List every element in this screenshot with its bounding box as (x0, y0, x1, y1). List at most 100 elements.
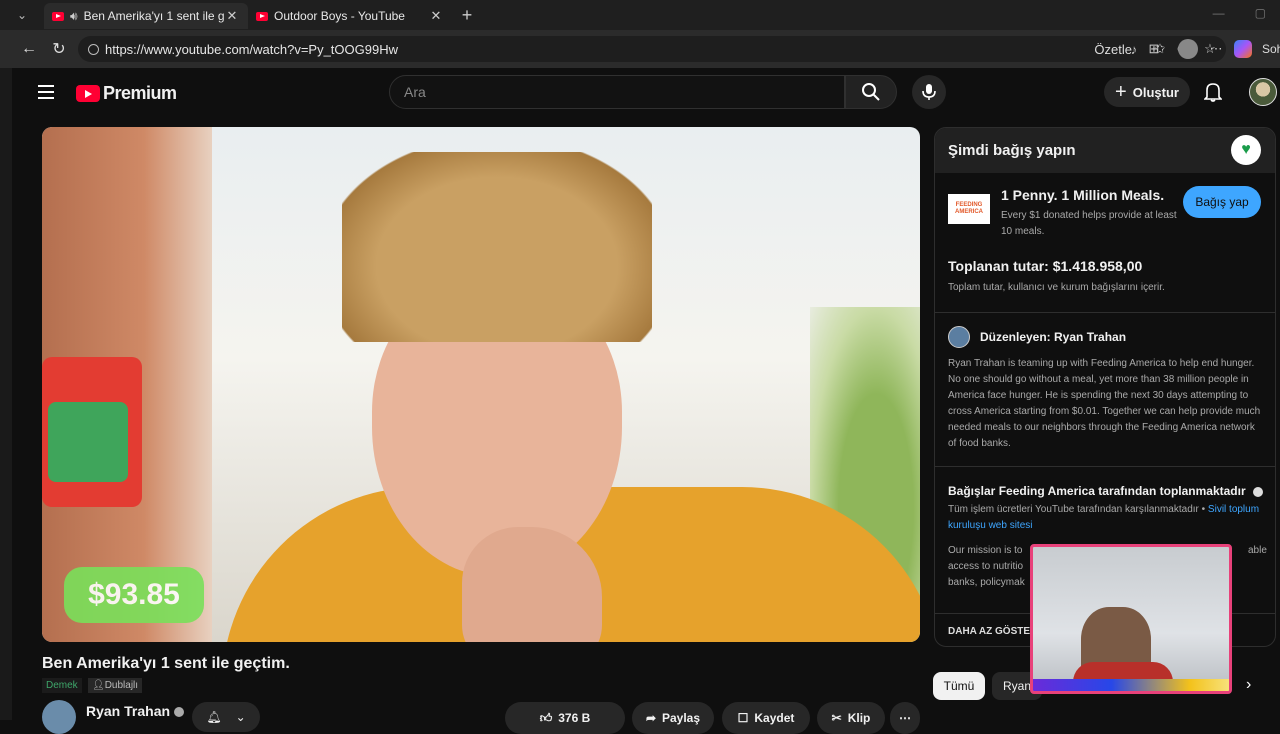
mission-line-1: Our mission is to (948, 545, 1023, 556)
hamburger-menu-icon[interactable] (38, 85, 54, 99)
extensions-icon[interactable]: ♪ (1126, 41, 1142, 57)
organizer-avatar (948, 326, 970, 348)
copilot-icon[interactable] (1234, 40, 1252, 58)
notifications-bell-icon[interactable] (1203, 82, 1223, 107)
logo-text: Premium (103, 83, 177, 103)
channel-avatar[interactable] (42, 700, 76, 734)
mission-line-1-end: able (1248, 545, 1267, 556)
donation-panel-header: Şimdi bağış yapın ♥ (935, 128, 1275, 173)
amount-raised-note: Toplam tutar, kullanıcı ve kurum bağışla… (948, 282, 1165, 293)
voice-search-button[interactable] (912, 75, 946, 109)
video-player[interactable]: $93.85 (42, 127, 920, 642)
share-arrow-icon: ➦ (645, 711, 656, 725)
account-avatar[interactable] (1249, 78, 1277, 106)
microphone-icon (922, 84, 936, 100)
clip-button[interactable]: ✂ Klip (817, 702, 885, 734)
more-options-icon[interactable]: ⋯ (1208, 41, 1224, 57)
youtube-premium-logo[interactable]: Premium (76, 83, 177, 104)
price-overlay: $93.85 (64, 567, 204, 623)
chip-all[interactable]: Tümü (933, 672, 985, 700)
share-button[interactable]: ➦ Paylaş (632, 702, 714, 734)
heart-donate-icon: ♥ (1231, 135, 1261, 165)
search-icon (862, 83, 880, 101)
share-label: Paylaş (662, 711, 701, 725)
collector-title-text: Bağışlar Feeding America tarafından topl… (948, 484, 1246, 498)
close-tab-icon[interactable]: ✕ (224, 8, 240, 24)
video-frame-hair (342, 152, 652, 342)
youtube-favicon-icon (52, 11, 64, 21)
scissors-icon: ✂ (831, 711, 842, 725)
youtube-favicon-icon (256, 11, 268, 21)
reload-icon[interactable]: ↻ (44, 39, 74, 59)
like-count: 376 B (558, 711, 591, 725)
create-label: Oluştur (1132, 84, 1179, 100)
more-actions-button[interactable]: ⋯ (890, 702, 920, 734)
logo-line-2: AMERICA (955, 209, 983, 215)
create-button[interactable]: + Oluştur (1104, 77, 1190, 107)
divider (935, 466, 1275, 467)
chevron-right-icon[interactable]: › (1246, 676, 1251, 694)
search-input[interactable]: Ara (389, 75, 845, 109)
audio-playing-icon[interactable]: 🔊︎ (70, 9, 78, 24)
url-text: https://www.youtube.com/watch?v=Py_tOOG9… (105, 41, 398, 57)
save-label: Kaydet (754, 711, 795, 725)
video-frame-toy-panel (48, 402, 128, 482)
save-button[interactable]: ☐ Kaydet (722, 702, 810, 734)
verified-check-icon (1252, 486, 1263, 497)
campaign-title: 1 Penny. 1 Million Meals. (1001, 187, 1165, 203)
profile-avatar-icon[interactable] (1178, 39, 1198, 59)
bell-icon: 🔔︎ (206, 710, 222, 724)
browser-toolbar-right: ♪ ✩ ⋯ Soh (1126, 39, 1280, 59)
show-less-button[interactable]: DAHA AZ GÖSTE (948, 626, 1030, 637)
copilot-label[interactable]: Soh (1262, 42, 1280, 56)
plus-icon: + (1115, 80, 1127, 103)
new-tab-plus-icon[interactable]: + (452, 5, 482, 26)
youtube-header: Premium Ara + Oluştur (12, 68, 1280, 118)
tab-title: Outdoor Boys - YouTube (274, 9, 405, 23)
window-controls: — ▢ (1213, 6, 1266, 20)
feeding-america-logo: FEEDING AMERICA (948, 194, 990, 224)
more-icon: ⋯ (899, 711, 911, 725)
dubbed-tag: 👤︎Dublajlı (88, 678, 143, 693)
tab-active-video[interactable]: 🔊︎ Ben Amerika'yı 1 sent ile geçtim ✕ (44, 3, 248, 29)
site-info-icon[interactable] (88, 43, 99, 55)
logo-line-1: FEEDING (955, 202, 983, 208)
webcam-color-bar (1033, 679, 1229, 691)
collector-note-text: Tüm işlem ücretleri YouTube tarafından k… (948, 504, 1199, 515)
video-title: Ben Amerika'yı 1 sent ile geçtim. (42, 655, 290, 672)
amount-raised: Toplanan tutar: $1.418.958,00 (948, 258, 1143, 274)
channel-name[interactable]: Ryan Trahan (86, 703, 185, 719)
webcam-overlay (1030, 544, 1232, 694)
like-button[interactable]: 👍︎ 376 B (505, 702, 625, 734)
tab-title: Ben Amerika'yı 1 sent ile geçtim (83, 9, 224, 23)
thumbs-up-icon: 👍︎ (539, 710, 553, 725)
tab-outdoor-boys[interactable]: Outdoor Boys - YouTube ✕ (248, 3, 452, 29)
back-arrow-icon[interactable]: ← (14, 40, 44, 58)
maximize-icon[interactable]: ▢ (1255, 6, 1266, 20)
person-voice-icon: 👤︎ (92, 680, 105, 691)
donation-header-title: Şimdi bağış yapın (948, 142, 1076, 159)
divider (935, 312, 1275, 313)
campaign-description: Every $1 donated helps provide at least … (1001, 210, 1177, 237)
url-field[interactable]: https://www.youtube.com/watch?v=Py_tOOG9… (78, 36, 1226, 62)
favorites-icon[interactable]: ✩ (1152, 41, 1168, 57)
browser-address-bar: ← ↻ https://www.youtube.com/watch?v=Py_t… (0, 30, 1280, 68)
channel-name-text: Ryan Trahan (86, 703, 171, 719)
dubbed-label: Dublajlı (104, 680, 139, 691)
collector-title: Bağışlar Feeding America tarafından topl… (948, 484, 1263, 498)
donate-button[interactable]: Bağış yap (1183, 186, 1261, 218)
youtube-logo-icon (76, 85, 100, 102)
subscribed-dropdown[interactable]: 🔔︎ ⌄ (192, 702, 260, 732)
minimize-icon[interactable]: — (1213, 6, 1225, 20)
collector-note: Tüm işlem ücretleri YouTube tarafından k… (948, 504, 1260, 531)
page-left-edge (0, 68, 12, 720)
tab-actions-menu-icon[interactable]: ⌄ (0, 0, 44, 30)
search-button[interactable] (845, 75, 897, 109)
demo-tag: Demek (42, 678, 82, 693)
organizer-description: Ryan Trahan is teaming up with Feeding A… (948, 358, 1261, 449)
close-tab-icon[interactable]: ✕ (428, 8, 444, 24)
browser-tab-bar: ⌄ 🔊︎ Ben Amerika'yı 1 sent ile geçtim ✕ … (0, 0, 1280, 30)
organizer-name: Düzenleyen: Ryan Trahan (980, 330, 1127, 344)
clip-label: Klip (847, 711, 871, 725)
verified-badge-icon (174, 707, 185, 718)
